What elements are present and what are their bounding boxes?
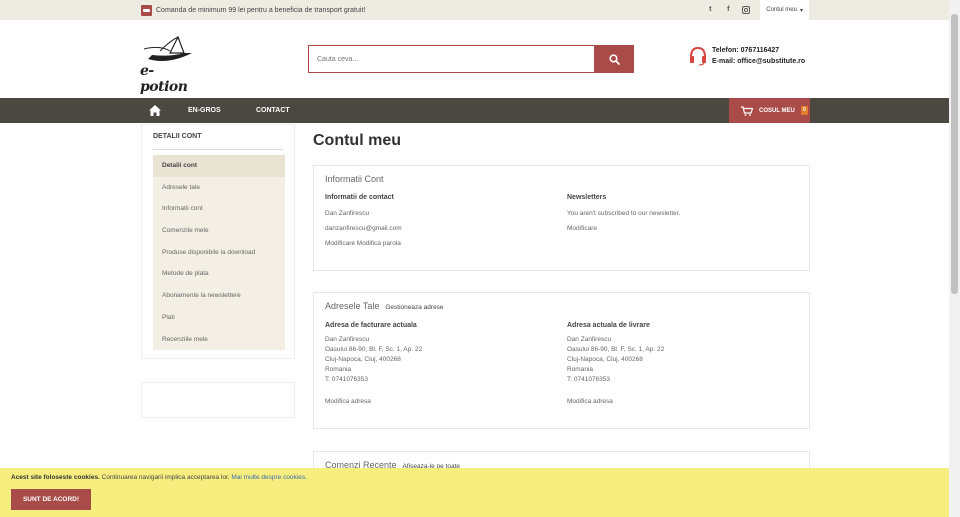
account-label: Contul meu <box>766 7 797 13</box>
newsletter-edit-link[interactable]: Modificare <box>567 225 597 232</box>
cart-button[interactable]: COSUL MEU 0 <box>729 98 810 123</box>
twitter-icon[interactable]: t <box>706 6 714 14</box>
promo-text: Comanda de minimum 99 lei pentru a benef… <box>156 6 366 14</box>
address-line: Cluj-Napoca, Cluj, 400268 <box>567 356 643 363</box>
page-title: Contul meu <box>313 132 401 149</box>
facebook-icon[interactable]: f <box>724 6 732 14</box>
site-header: e-potion Telefon: 0767116427 E-mail: off… <box>0 20 949 98</box>
sidebar-item-reviews[interactable]: Recenziile mele <box>153 329 285 351</box>
edit-account-links[interactable]: Modificare Modifica parola <box>325 240 401 247</box>
newsletter-heading: Newsletters <box>567 194 607 201</box>
address-line: T: 0741076353 <box>567 376 611 383</box>
billing-heading: Adresa de facturare actuala <box>325 322 417 329</box>
promo-banner: Comanda de minimum 99 lei pentru a benef… <box>141 4 366 16</box>
cart-label: COSUL MEU <box>759 107 795 114</box>
shipping-heading: Adresa actuala de livrare <box>567 322 650 329</box>
top-bar: Comanda de minimum 99 lei pentru a benef… <box>0 0 949 20</box>
address-line: Oasului 86-90, Bl. F, Sc. 1, Ap. 22 <box>325 346 423 353</box>
customer-name: Dan Zanfirescu <box>325 210 370 217</box>
nav-item-en-gros[interactable]: EN-GROS <box>188 98 221 123</box>
address-line: Cluj-Napoca, Cluj, 400268 <box>325 356 401 363</box>
cookie-bold-text: Acest site foloseste cookies. <box>11 474 100 481</box>
cookie-banner: Acest site foloseste cookies. Continuare… <box>0 468 949 517</box>
search-input[interactable] <box>308 45 595 73</box>
addresses-heading: Adresele Tale <box>325 301 380 311</box>
address-line: Romania <box>325 366 352 373</box>
sidebar-title: DETALII CONT <box>153 133 202 140</box>
sidebar-item-account-info[interactable]: Informatii cont <box>153 198 285 220</box>
sidebar-menu: Detalii cont Adresele tale Informatii co… <box>153 155 285 351</box>
sidebar-item-payment-methods[interactable]: Metode de plata <box>153 263 285 285</box>
headset-icon <box>690 46 706 66</box>
contact-info: Telefon: 0767116427 E-mail: office@subst… <box>689 45 805 67</box>
logo-text: e-potion <box>140 63 188 95</box>
edit-shipping-link[interactable]: Modifica adresa <box>567 398 613 405</box>
newsletter-status: You aren't subscribed to our newsletter. <box>567 210 681 217</box>
cookie-more-link[interactable]: Mai multe despre cookies. <box>231 474 307 481</box>
sidebar-item-downloads[interactable]: Produse disponibile la download <box>153 242 285 264</box>
nav-item-contact[interactable]: CONTACT <box>256 98 290 123</box>
divider <box>153 149 283 150</box>
customer-email: danzanfirescu@gmail.com <box>325 225 402 232</box>
search-icon <box>609 53 620 65</box>
cart-count-badge: 0 <box>800 106 808 115</box>
panel-title: Informatii Cont <box>325 174 384 184</box>
phone-text: Telefon: 0767116427 <box>712 47 780 54</box>
main-nav: EN-GROS CONTACT COSUL MEU 0 <box>0 98 949 123</box>
scrollbar[interactable] <box>949 0 960 517</box>
instagram-icon[interactable] <box>742 6 751 14</box>
cart-icon <box>741 105 753 116</box>
contact-heading: Informatii de contact <box>325 194 394 201</box>
chevron-down-icon: ▾ <box>799 7 803 14</box>
edit-billing-link[interactable]: Modifica adresa <box>325 398 371 405</box>
cookie-text: Continuarea navigarii implica acceptarea… <box>99 474 230 481</box>
sidebar-item-orders[interactable]: Comenzile mele <box>153 220 285 242</box>
address-line: Dan Zanfirescu <box>325 336 370 343</box>
search-button[interactable] <box>595 45 634 73</box>
panel-title: Adresele Tale Gestioneaza adrese <box>325 301 444 311</box>
sidebar-item-newsletter[interactable]: Abonamente la newslettere <box>153 285 285 307</box>
account-info-panel: Informatii Cont Informatii de contact Da… <box>313 165 810 271</box>
sidebar-item-addresses[interactable]: Adresele tale <box>153 177 285 199</box>
search-bar <box>308 45 634 73</box>
cookie-message: Acest site foloseste cookies. Continuare… <box>11 474 307 481</box>
email-text[interactable]: E-mail: office@substitute.ro <box>712 56 805 67</box>
sidebar-block <box>141 382 295 418</box>
address-line: Dan Zanfirescu <box>567 336 612 343</box>
accept-cookies-button[interactable]: SUNT DE ACORD! <box>11 489 91 510</box>
address-line: Romania <box>567 366 594 373</box>
sidebar-item-payments[interactable]: Plati <box>153 307 285 329</box>
home-icon[interactable] <box>148 104 162 117</box>
addresses-panel: Adresele Tale Gestioneaza adrese Adresa d… <box>313 292 810 429</box>
scrollbar-thumb[interactable] <box>951 14 958 294</box>
address-line: T: 0741076353 <box>325 376 369 383</box>
sidebar-item-account-details[interactable]: Detalii cont <box>153 155 285 177</box>
account-sidebar: DETALII CONT Detalii cont Adresele tale … <box>141 124 295 359</box>
manage-addresses-link[interactable]: Gestioneaza adrese <box>385 304 443 311</box>
logo[interactable]: e-potion <box>140 35 200 95</box>
car-icon <box>141 4 152 16</box>
address-line: Oasului 86-90, Bl. F, Sc. 1, Ap. 22 <box>567 346 665 353</box>
account-dropdown[interactable]: Contul meu ▾ <box>760 0 809 20</box>
